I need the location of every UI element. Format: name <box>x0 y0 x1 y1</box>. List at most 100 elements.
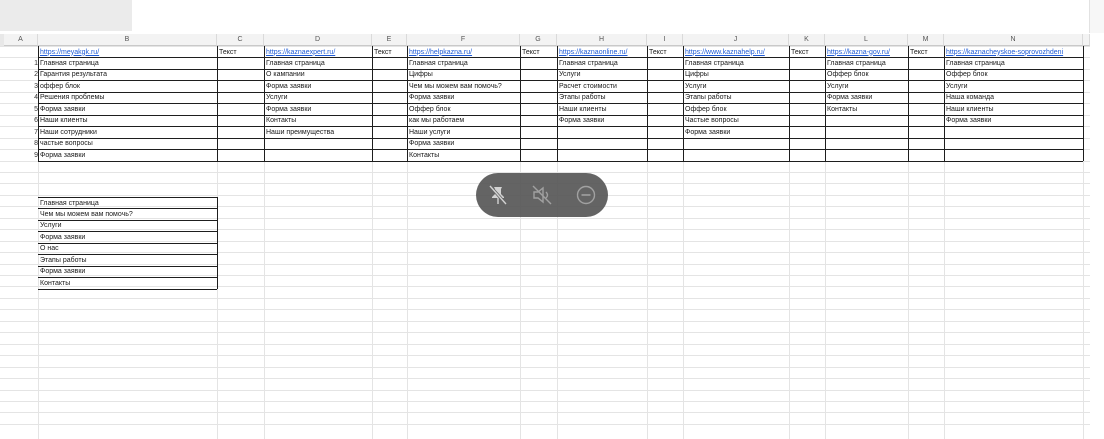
header-cell-d[interactable]: https://kaznaexpert.ru/ <box>266 47 371 58</box>
table-cell-f[interactable]: Чем мы можем вам помочь? <box>409 81 519 92</box>
table-cell-n[interactable]: Наши клиенты <box>946 104 1082 115</box>
header-cell-n[interactable]: https://kaznacheyskoe-soprovozhdeni <box>946 47 1082 58</box>
column-header-g[interactable]: G <box>520 34 557 46</box>
header-cell-c[interactable]: Текст <box>219 47 263 58</box>
table-cell-f[interactable]: Контакты <box>409 150 519 161</box>
table-cell-l[interactable]: Главная страница <box>827 58 907 69</box>
summary-list-item[interactable]: Чем мы можем вам помочь? <box>40 209 216 220</box>
grid-row-line <box>0 309 1090 311</box>
column-header-i[interactable]: I <box>647 34 683 46</box>
header-cell-f[interactable]: https://helpkazna.ru/ <box>409 47 519 58</box>
column-header-filler <box>1083 34 1090 46</box>
summary-list-item[interactable]: О нас <box>40 243 216 254</box>
table-cell-l[interactable]: Контакты <box>827 104 907 115</box>
table-cell-h[interactable]: Услуги <box>559 69 646 80</box>
table-border-v <box>908 46 909 161</box>
grid-row-line <box>0 297 1090 299</box>
table-cell-d[interactable]: О кампании <box>266 69 371 80</box>
table-cell-b[interactable]: Форма заявки <box>40 150 216 161</box>
table-cell-f[interactable]: Цифры <box>409 69 519 80</box>
table-cell-j[interactable]: Услуги <box>685 81 788 92</box>
table-cell-j[interactable]: Цифры <box>685 69 788 80</box>
table-cell-f[interactable]: Главная страница <box>409 58 519 69</box>
table-cell-d[interactable]: Услуги <box>266 92 371 103</box>
table-cell-l[interactable]: Оффер блок <box>827 69 907 80</box>
app-tab[interactable] <box>0 0 132 31</box>
column-header-a[interactable]: A <box>4 34 38 46</box>
table-cell-b[interactable]: частые вопросы <box>40 138 216 149</box>
column-header-k[interactable]: K <box>789 34 825 46</box>
table-cell-b[interactable]: Наши клиенты <box>40 115 216 126</box>
minimize-icon[interactable] <box>574 183 598 207</box>
table-border-v <box>789 46 790 161</box>
column-header-l[interactable]: L <box>825 34 908 46</box>
table-cell-f[interactable]: Форма заявки <box>409 138 519 149</box>
summary-list-item[interactable]: Контакты <box>40 278 216 289</box>
header-cell-e[interactable]: Текст <box>374 47 406 58</box>
table-cell-j[interactable]: Главная страница <box>685 58 788 69</box>
column-header-j[interactable]: J <box>683 34 789 46</box>
column-header-n[interactable]: N <box>944 34 1083 46</box>
grid-row-line <box>0 400 1090 402</box>
table-cell-b[interactable]: Решения проблемы <box>40 92 216 103</box>
summary-list-item[interactable]: Форма заявки <box>40 232 216 243</box>
table-cell-b[interactable]: Главная страница <box>40 58 216 69</box>
table-cell-h[interactable]: Наши клиенты <box>559 104 646 115</box>
summary-border-h <box>38 288 217 290</box>
header-cell-m[interactable]: Текст <box>910 47 943 58</box>
column-header-f[interactable]: F <box>407 34 520 46</box>
table-cell-d[interactable]: Главная страница <box>266 58 371 69</box>
table-cell-b[interactable]: Форма заявки <box>40 104 216 115</box>
table-cell-n[interactable]: Наша команда <box>946 92 1082 103</box>
table-cell-f[interactable]: Оффер блок <box>409 104 519 115</box>
column-header-e[interactable]: E <box>372 34 407 46</box>
row-number: 2 <box>34 71 38 79</box>
table-cell-h[interactable]: Расчет стоимости <box>559 81 646 92</box>
header-cell-l[interactable]: https://kazna-gov.ru/ <box>827 47 907 58</box>
table-cell-d[interactable]: Форма заявки <box>266 81 371 92</box>
header-cell-b[interactable]: https://meyakgk.ru/ <box>40 47 216 58</box>
table-cell-j[interactable]: Этапы работы <box>685 92 788 103</box>
mute-icon[interactable] <box>530 183 554 207</box>
table-cell-f[interactable]: Наши услуги <box>409 127 519 138</box>
header-cell-g[interactable]: Текст <box>522 47 556 58</box>
table-cell-n[interactable]: Форма заявки <box>946 115 1082 126</box>
table-cell-n[interactable]: Оффер блок <box>946 69 1082 80</box>
table-cell-h[interactable]: Главная страница <box>559 58 646 69</box>
row-number: 6 <box>34 117 38 125</box>
table-cell-n[interactable]: Главная страница <box>946 58 1082 69</box>
summary-list-item[interactable]: Этапы работы <box>40 255 216 266</box>
table-cell-j[interactable]: Оффер блок <box>685 104 788 115</box>
table-cell-d[interactable]: Контакты <box>266 115 371 126</box>
table-cell-l[interactable]: Услуги <box>827 81 907 92</box>
header-cell-i[interactable]: Текст <box>649 47 682 58</box>
header-cell-k[interactable]: Текст <box>791 47 824 58</box>
table-cell-d[interactable]: Форма заявки <box>266 104 371 115</box>
table-cell-h[interactable]: Форма заявки <box>559 115 646 126</box>
table-cell-h[interactable]: Этапы работы <box>559 92 646 103</box>
column-header-c[interactable]: C <box>217 34 264 46</box>
column-header-h[interactable]: H <box>557 34 647 46</box>
column-header-m[interactable]: M <box>908 34 944 46</box>
table-border-v <box>1083 46 1084 161</box>
column-header-d[interactable]: D <box>264 34 372 46</box>
summary-list-item[interactable]: Услуги <box>40 220 216 231</box>
table-cell-f[interactable]: Форма заявки <box>409 92 519 103</box>
table-cell-b[interactable]: оффер блок <box>40 81 216 92</box>
unpin-icon[interactable] <box>486 183 510 207</box>
header-cell-j[interactable]: https://www.kaznahelp.ru/ <box>685 47 788 58</box>
grid-row-line <box>0 412 1090 414</box>
table-cell-b[interactable]: Наши сотрудники <box>40 127 216 138</box>
table-cell-f[interactable]: как мы работаем <box>409 115 519 126</box>
table-cell-j[interactable]: Частые вопросы <box>685 115 788 126</box>
table-cell-d[interactable]: Наши преимущества <box>266 127 371 138</box>
table-cell-l[interactable]: Форма заявки <box>827 92 907 103</box>
table-cell-n[interactable]: Услуги <box>946 81 1082 92</box>
header-cell-h[interactable]: https://kaznaonline.ru/ <box>559 47 646 58</box>
table-border-v <box>264 46 265 161</box>
summary-list-item[interactable]: Главная страница <box>40 198 216 209</box>
summary-list-item[interactable]: Форма заявки <box>40 266 216 277</box>
column-header-b[interactable]: B <box>38 34 217 46</box>
table-cell-b[interactable]: Гарантия результата <box>40 69 216 80</box>
table-cell-j[interactable]: Форма заявки <box>685 127 788 138</box>
